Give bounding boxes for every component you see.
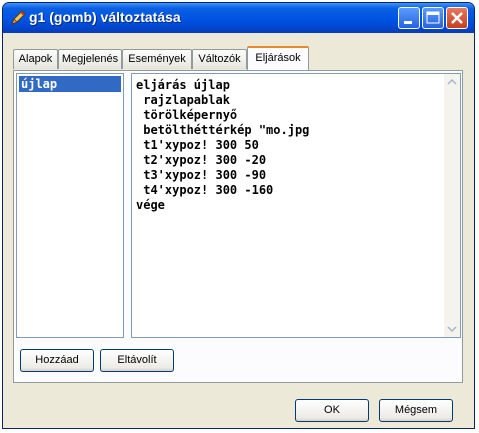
tab-eljarasok[interactable]: Eljárások [247, 46, 309, 70]
tab-megjelenes[interactable]: Megjelenés [58, 49, 122, 69]
maximize-button[interactable] [422, 7, 444, 29]
close-button[interactable] [446, 7, 468, 29]
code-line: törölképernyő [136, 108, 238, 122]
procedure-list[interactable]: újlap [16, 73, 124, 338]
minimize-icon [404, 21, 412, 24]
title-bar[interactable]: g1 (gomb) változtatása [3, 3, 474, 33]
code-line: t3'xypoz! 300 -90 [136, 168, 267, 182]
remove-button[interactable]: Eltávolít [100, 349, 174, 372]
list-item[interactable]: újlap [19, 76, 121, 92]
add-button[interactable]: Hozzáad [20, 349, 94, 372]
tab-alapok[interactable]: Alapok [13, 49, 58, 69]
code-line: t1'xypoz! 300 50 [136, 138, 259, 152]
cancel-button[interactable]: Mégsem [379, 399, 453, 422]
scroll-down-arrow-icon [447, 326, 457, 333]
window-title: g1 (gomb) változtatása [29, 9, 181, 25]
scroll-up-arrow-icon [447, 78, 457, 85]
ok-button[interactable]: OK [295, 399, 369, 422]
close-icon [451, 12, 463, 24]
code-line: betölthéttérkép "mo.jpg [136, 123, 310, 137]
minimize-button[interactable] [398, 7, 420, 29]
code-line: t2'xypoz! 300 -20 [136, 153, 267, 167]
maximize-icon [426, 11, 440, 24]
pencil-icon [9, 9, 27, 27]
code-editor[interactable]: eljárás újlap rajzlapablak törölképernyő… [131, 73, 461, 338]
code-line: rajzlapablak [136, 93, 230, 107]
code-line: eljárás újlap [136, 78, 230, 92]
tab-valtozok[interactable]: Változók [192, 49, 247, 69]
code-text[interactable]: eljárás újlap rajzlapablak törölképernyő… [136, 78, 309, 213]
dialog-window: g1 (gomb) változtatása Alapok Megjelenés… [2, 2, 475, 429]
scroll-down-button[interactable] [444, 320, 460, 337]
scroll-up-button[interactable] [444, 74, 460, 91]
code-line: vége [136, 198, 165, 212]
code-line: t4'xypoz! 300 -160 [136, 183, 274, 197]
tab-esemenyek[interactable]: Események [122, 49, 192, 69]
vertical-scrollbar[interactable] [444, 74, 460, 337]
